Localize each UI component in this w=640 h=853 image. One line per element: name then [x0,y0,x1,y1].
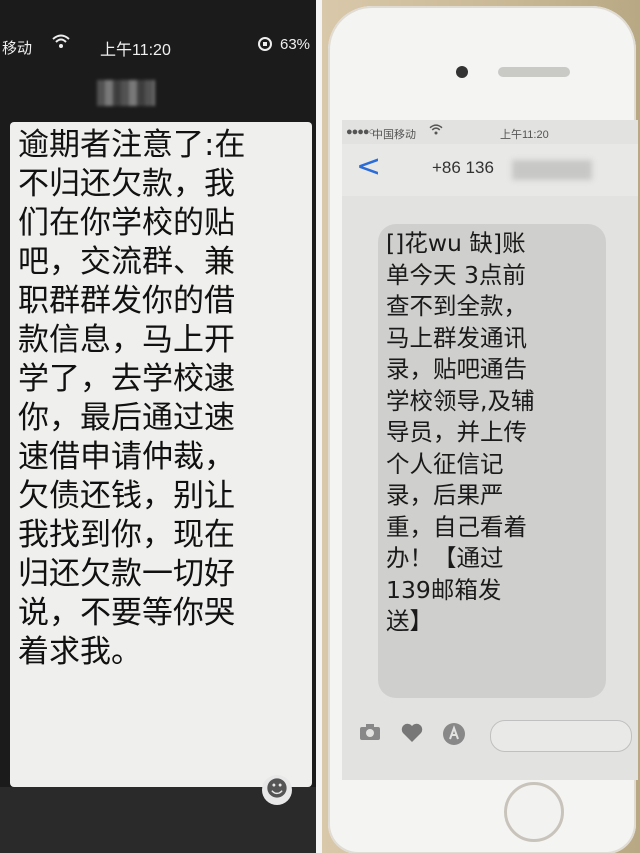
message-text: 逾期者注意了:在 不归还欠款，我 们在你学校的贴 吧，交流群、兼 职群群发你的借 款信息，… [18,126,312,672]
message-line: 着求我。 [18,634,142,670]
message-line: 不归还欠款，我 [18,166,235,202]
message-line: 办！【通过 [386,544,504,572]
blurred-number [512,160,592,180]
message-line: 录，后果严 [386,481,504,509]
message-line: 款信息，马上开 [18,322,235,358]
home-button[interactable] [504,782,564,842]
message-line: 个人征信记 [386,449,504,478]
message-line: 我找到你，现在 [18,517,235,553]
wifi-icon [52,34,70,54]
appstore-icon[interactable] [440,722,468,750]
rotation-lock-icon [256,35,274,57]
message-toolbar [342,716,638,760]
message-line: 归还欠款一切好 [18,556,235,592]
message-line: 逾期者注意了:在 [18,127,246,163]
message-line: []花wu 缺]账 [386,229,526,257]
message-text: []花wu 缺]账 单今天 3点前 查不到全款， 马上群发通讯 录，贴吧通告 学校领导,及… [386,228,606,638]
wifi-icon [429,124,443,139]
message-line: 学校领导,及辅 [386,386,535,415]
message-line: 速借申请仲裁， [18,439,235,475]
photo-collage: 移动 上午11:20 63% 逾期者注意了:在 不归还欠款，我 们在你学校的贴 吧，交… [0,0,640,853]
battery-percentage: 63% [280,36,311,53]
message-line: 单今天 3点前 [386,260,526,289]
emoji-icon[interactable]: ☻ [262,775,292,805]
camera-icon[interactable] [356,722,384,750]
status-time: 上午11:20 [500,129,549,141]
message-line: 录，贴吧通告 [386,355,527,383]
message-line: 吧，交流群、兼 [18,244,235,280]
message-line: 说，不要等你哭 [18,595,235,631]
message-line: 职群群发你的借 [18,283,235,319]
conversation-header: < +86 136 [342,144,638,196]
back-button[interactable]: < [356,152,381,182]
status-time: 上午11:20 [100,42,171,59]
message-line: 你，最后通过速 [18,400,235,436]
message-line: 欠债还钱，别让 [18,478,235,514]
message-line: 导员，并上传 [386,418,527,446]
message-line: 重，自己看着 [386,512,527,541]
right-phone-photo: ●●●●○ 中国移动 上午11:20 < +86 136 []花wu 缺]账 单今… [322,0,640,853]
signal-strength: ●●●●○ [346,126,375,138]
heart-icon[interactable] [398,722,426,750]
left-phone-photo: 移动 上午11:20 63% 逾期者注意了:在 不归还欠款，我 们在你学校的贴 吧，交… [0,0,316,853]
carrier-label: 中国移动 [372,129,416,141]
phone-screen: ●●●●○ 中国移动 上午11:20 < +86 136 []花wu 缺]账 单今… [342,120,638,780]
message-line: 139邮箱发 [386,575,502,604]
right-status-bar: ●●●●○ 中国移动 上午11:20 [342,122,638,142]
earpiece-speaker [498,67,570,77]
left-status-bar: 移动 上午11:20 63% [0,30,316,60]
message-line: 们在你学校的贴 [18,205,235,241]
message-line: 送】 [386,607,433,635]
sender-number: +86 136 [432,158,494,177]
front-camera [456,66,468,78]
message-line: 查不到全款， [386,292,527,320]
blurred-contact-name [97,80,155,106]
message-line: 学了，去学校逮 [18,361,235,397]
carrier-label: 移动 [2,40,33,57]
message-line: 马上群发通讯 [386,323,527,352]
message-input[interactable] [490,720,632,752]
